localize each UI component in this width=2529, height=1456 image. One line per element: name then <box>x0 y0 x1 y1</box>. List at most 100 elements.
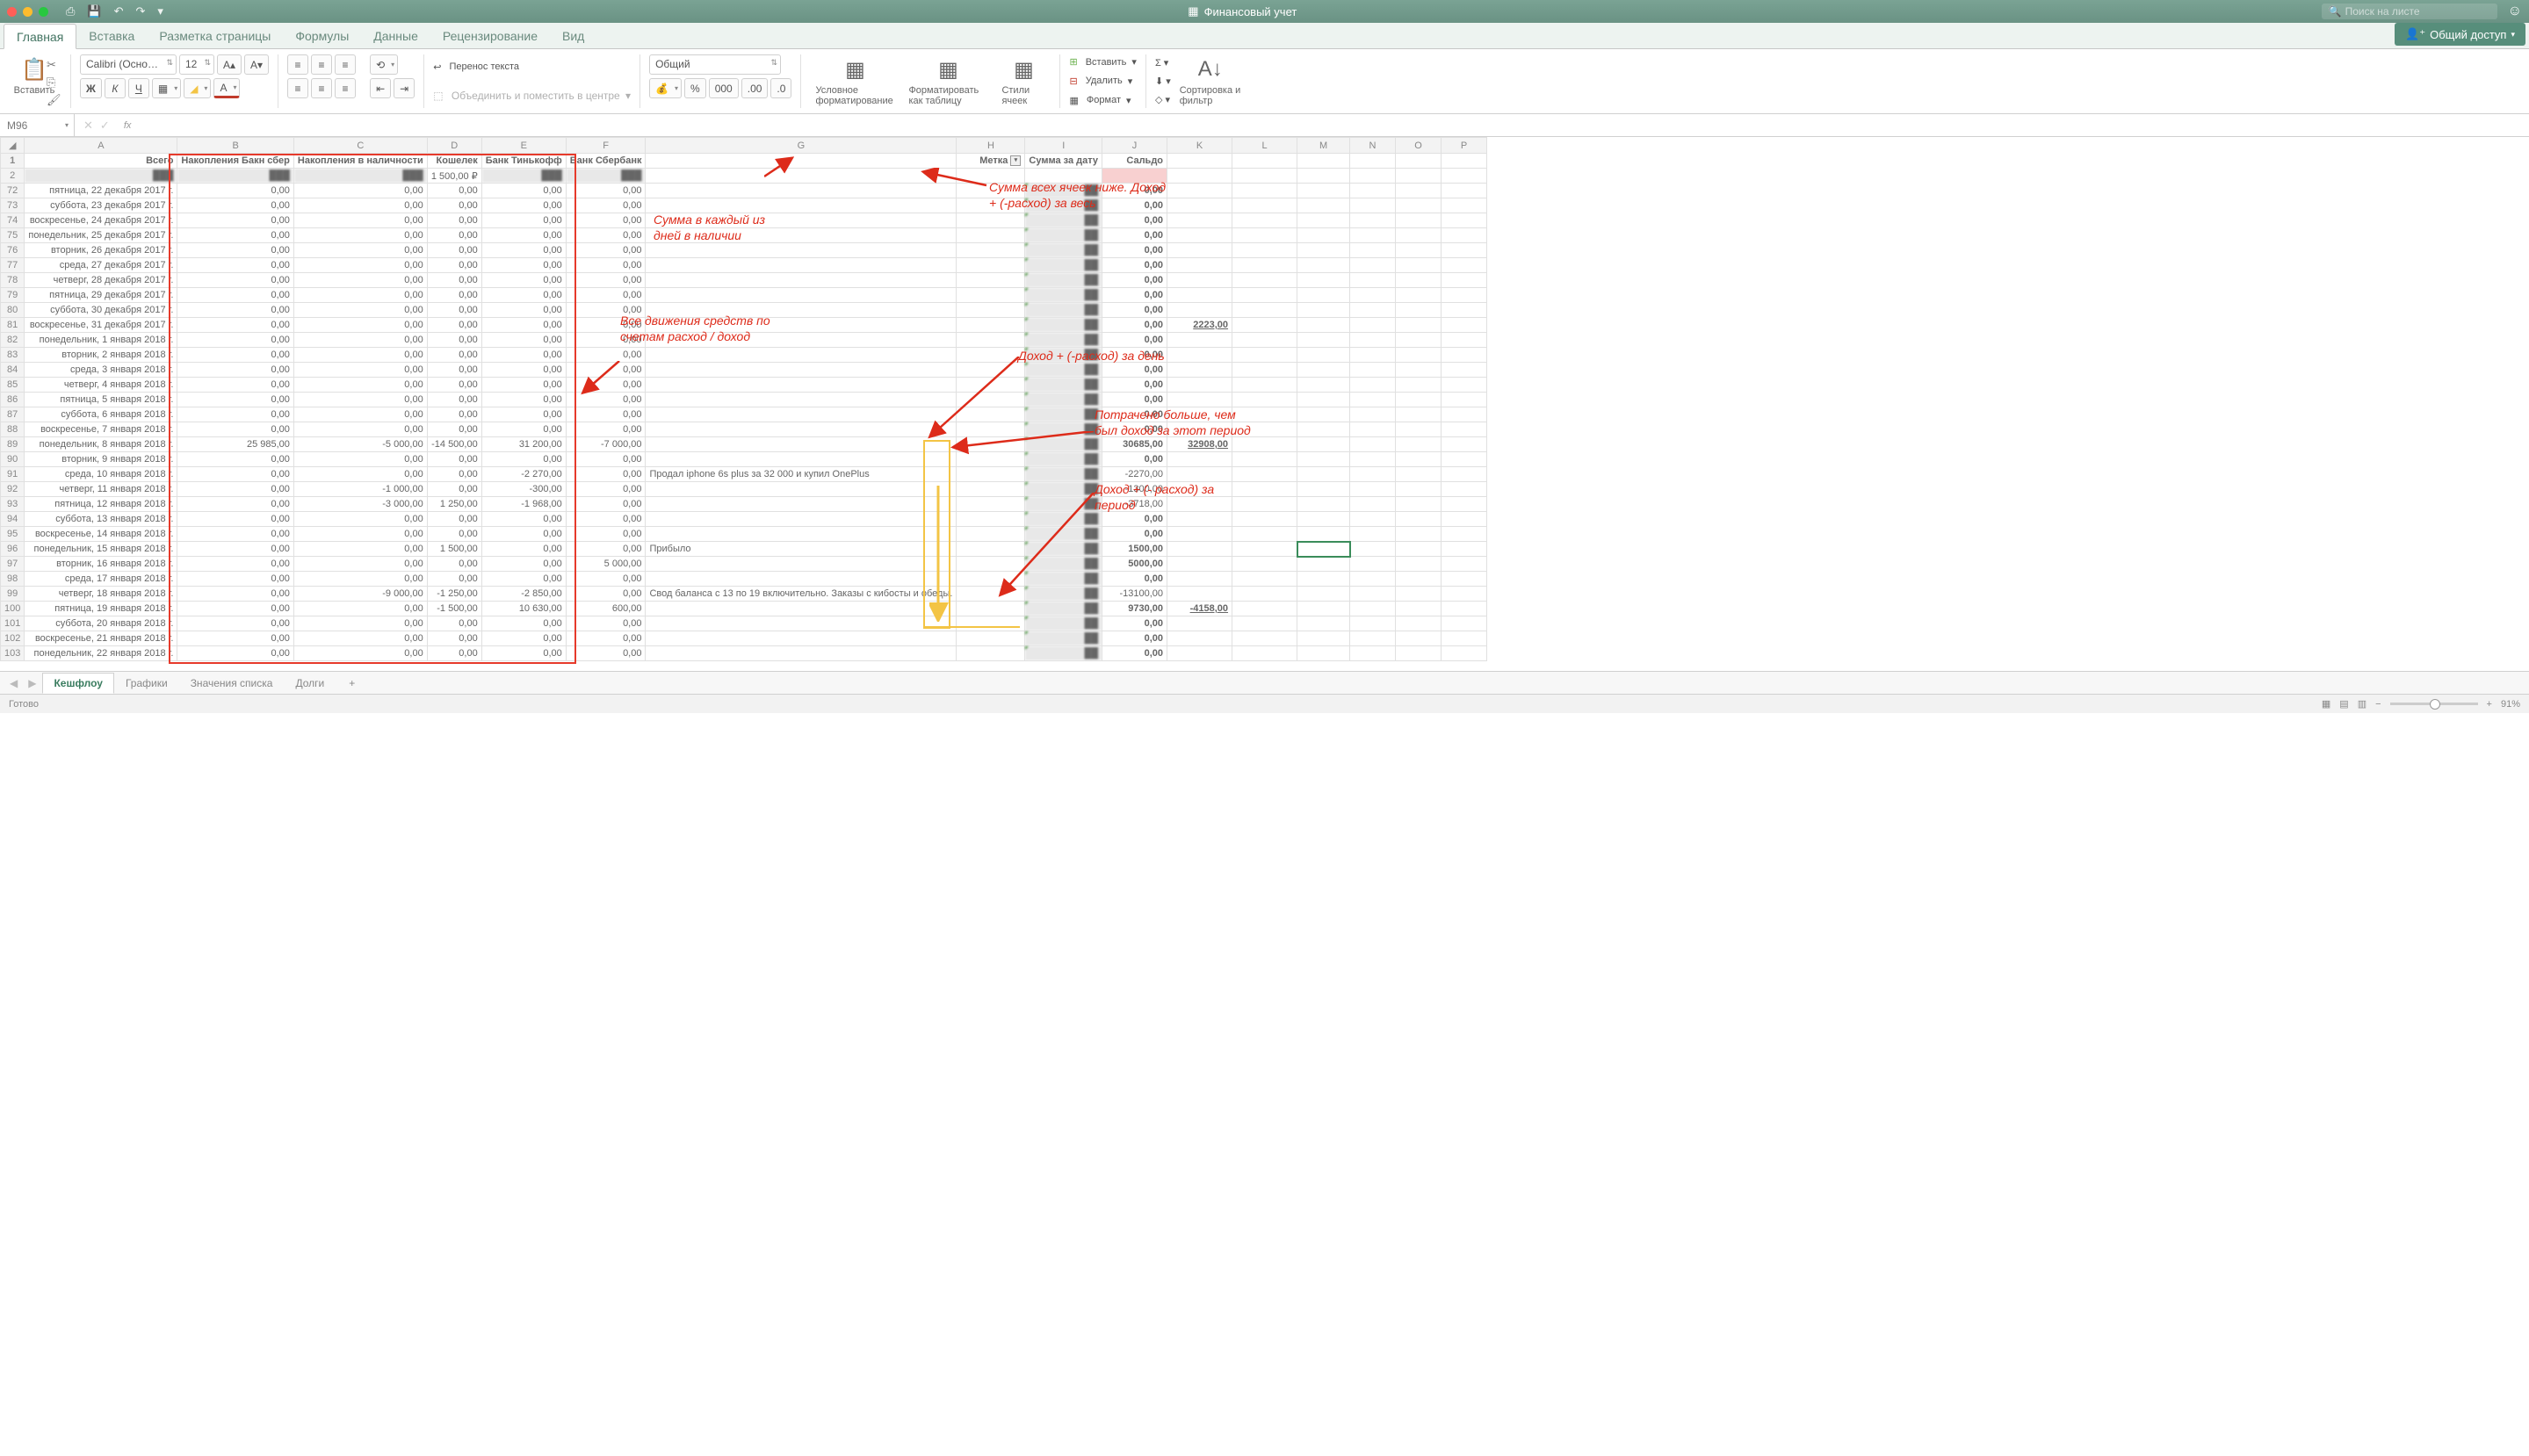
cell[interactable]: четверг, 18 января 2018 г. <box>25 587 177 602</box>
cell[interactable]: 1 500,00 <box>427 542 481 557</box>
cell[interactable]: Накопления в наличности <box>293 154 427 169</box>
cell[interactable]: 0,00 <box>293 333 427 348</box>
align-top-button[interactable]: ≡ <box>287 54 308 75</box>
cell[interactable]: 0,00 <box>177 363 293 378</box>
cell[interactable] <box>1297 303 1350 318</box>
cell[interactable]: 0,00 <box>427 407 481 422</box>
cell[interactable] <box>1297 378 1350 393</box>
cell[interactable] <box>1297 452 1350 467</box>
cell[interactable]: 0,00 <box>481 213 566 228</box>
format-cells-button[interactable]: Формат <box>1087 95 1121 105</box>
cell[interactable] <box>957 512 1025 527</box>
cell[interactable]: 5000,00 <box>1102 557 1167 572</box>
cell[interactable] <box>1167 631 1232 646</box>
cell[interactable]: ██ <box>1025 557 1102 572</box>
cell[interactable] <box>957 572 1025 587</box>
name-box[interactable]: M96 <box>0 114 75 136</box>
cell[interactable] <box>1297 273 1350 288</box>
cell[interactable]: ██ <box>1025 467 1102 482</box>
cell[interactable] <box>1297 602 1350 616</box>
cell[interactable]: -7 000,00 <box>566 437 646 452</box>
comma-button[interactable]: 000 <box>709 78 739 98</box>
cell[interactable] <box>646 497 957 512</box>
cell[interactable] <box>646 258 957 273</box>
cell[interactable]: понедельник, 22 января 2018 г. <box>25 646 177 661</box>
undo-icon[interactable]: ↶ <box>114 4 124 18</box>
cell[interactable] <box>957 542 1025 557</box>
cell[interactable]: -1 250,00 <box>427 587 481 602</box>
cell[interactable]: 10 630,00 <box>481 602 566 616</box>
cell[interactable] <box>646 422 957 437</box>
cell[interactable]: 0,00 <box>427 348 481 363</box>
cell[interactable]: 0,00 <box>481 407 566 422</box>
cell[interactable]: 0,00 <box>293 572 427 587</box>
col-header[interactable]: H <box>957 138 1025 154</box>
cell[interactable]: 0,00 <box>1102 198 1167 213</box>
align-center-button[interactable]: ≡ <box>311 78 332 98</box>
cell[interactable]: 31 200,00 <box>481 437 566 452</box>
sheet-tab[interactable]: Кешфлоу <box>42 673 114 694</box>
cell[interactable]: 0,00 <box>481 512 566 527</box>
cell[interactable]: 0,00 <box>481 348 566 363</box>
spreadsheet-grid[interactable]: ◢ABCDEFGHIJKLMNOP1ВсегоНакопления Бакн с… <box>0 137 2529 671</box>
cell[interactable] <box>957 348 1025 363</box>
cell[interactable]: 1 500,00 ₽ <box>427 169 481 184</box>
cancel-icon[interactable]: ✕ <box>83 119 93 133</box>
cell[interactable]: 0,00 <box>427 631 481 646</box>
cell[interactable] <box>1297 646 1350 661</box>
cell[interactable]: -3718,00 <box>1102 497 1167 512</box>
cell[interactable]: 0,00 <box>481 646 566 661</box>
cell[interactable]: 0,00 <box>293 616 427 631</box>
align-middle-button[interactable]: ≡ <box>311 54 332 75</box>
cell[interactable] <box>646 348 957 363</box>
decrease-font-button[interactable]: A▾ <box>244 54 269 75</box>
cell[interactable] <box>1167 258 1232 273</box>
row-header[interactable]: 91 <box>1 467 25 482</box>
cell[interactable]: 0,00 <box>293 512 427 527</box>
cell[interactable]: вторник, 2 января 2018 г. <box>25 348 177 363</box>
cell[interactable] <box>646 154 957 169</box>
sheet-tab[interactable]: Долги <box>284 673 336 694</box>
cell[interactable] <box>1297 318 1350 333</box>
cell[interactable]: 0,00 <box>481 228 566 243</box>
cell[interactable] <box>646 572 957 587</box>
row-header[interactable]: 84 <box>1 363 25 378</box>
formula-input[interactable] <box>136 119 2529 132</box>
cell[interactable] <box>1297 422 1350 437</box>
cell[interactable]: 0,00 <box>427 452 481 467</box>
cell[interactable]: ██ <box>1025 273 1102 288</box>
cell[interactable]: понедельник, 1 января 2018 г. <box>25 333 177 348</box>
cell[interactable]: 0,00 <box>427 303 481 318</box>
font-color-button[interactable]: A <box>213 78 240 98</box>
save-icon[interactable]: ⎙ <box>66 4 75 18</box>
bold-button[interactable]: Ж <box>80 78 102 98</box>
cell[interactable]: ██ <box>1025 213 1102 228</box>
cell[interactable] <box>957 243 1025 258</box>
cell[interactable] <box>646 243 957 258</box>
cell[interactable] <box>646 184 957 198</box>
cell[interactable]: 0,00 <box>293 243 427 258</box>
cell[interactable] <box>646 363 957 378</box>
insert-cells-button[interactable]: Вставить <box>1086 57 1127 68</box>
cell[interactable]: Банк Тинькофф <box>481 154 566 169</box>
cell[interactable]: 0,00 <box>1102 616 1167 631</box>
cell[interactable]: 0,00 <box>566 393 646 407</box>
row-header[interactable]: 102 <box>1 631 25 646</box>
row-header[interactable]: 94 <box>1 512 25 527</box>
cell[interactable]: 0,00 <box>293 378 427 393</box>
cell[interactable]: пятница, 19 января 2018 г. <box>25 602 177 616</box>
cell[interactable]: -1 968,00 <box>481 497 566 512</box>
cell[interactable]: 0,00 <box>1102 318 1167 333</box>
cell[interactable]: 0,00 <box>481 243 566 258</box>
cell[interactable]: 0,00 <box>177 631 293 646</box>
cell[interactable]: 0,00 <box>566 273 646 288</box>
cell[interactable]: 0,00 <box>566 288 646 303</box>
cell[interactable] <box>957 437 1025 452</box>
cell[interactable]: -9 000,00 <box>293 587 427 602</box>
cell[interactable] <box>957 184 1025 198</box>
cell[interactable]: Всего <box>25 154 177 169</box>
row-header[interactable]: 83 <box>1 348 25 363</box>
cell[interactable]: пятница, 22 декабря 2017 г. <box>25 184 177 198</box>
cell[interactable] <box>957 646 1025 661</box>
cell[interactable]: 0,00 <box>427 258 481 273</box>
